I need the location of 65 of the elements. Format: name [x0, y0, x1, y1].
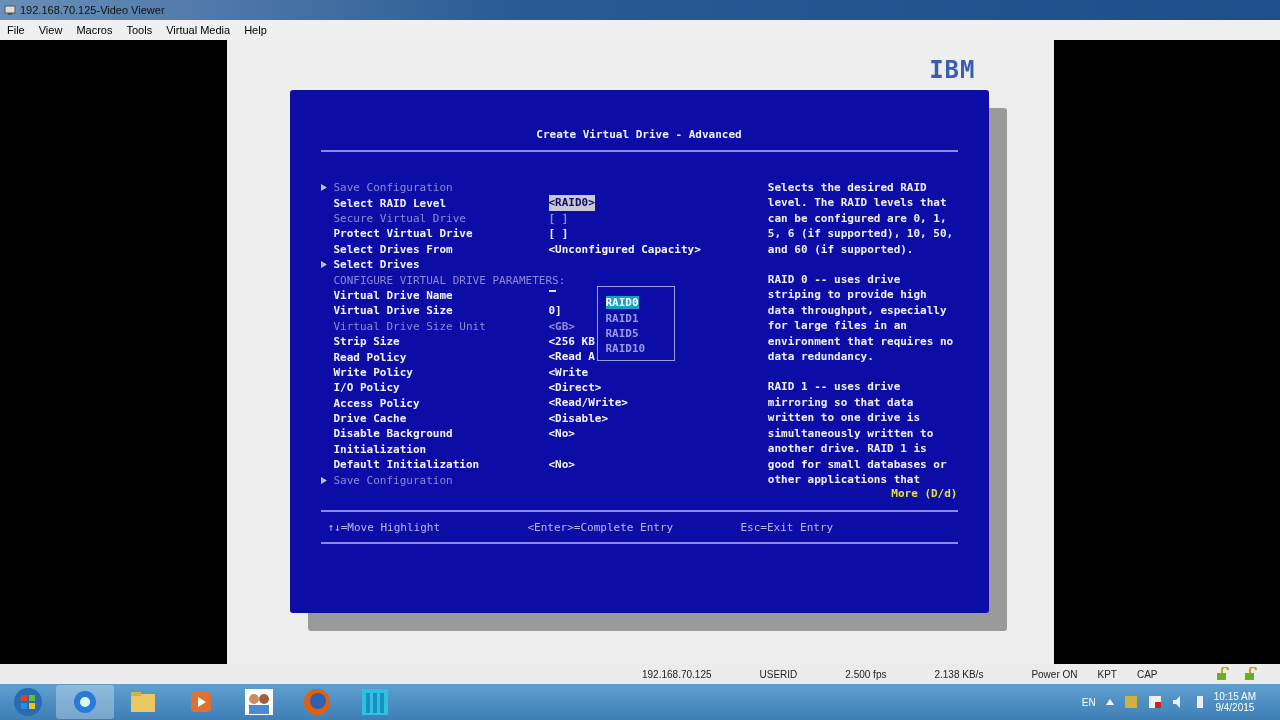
monitor-icon [4, 4, 16, 16]
setting-label[interactable]: Write Policy [333, 365, 413, 379]
setting-value[interactable]: 0] [548, 303, 562, 319]
help-text: Selects the desired RAID level. The RAID levels that can be configured are 0, 1, 5, 6 (if supported), 10, 50, and 60 (if supported). [767, 180, 955, 258]
status-text: KPT [1097, 668, 1117, 680]
menu-item[interactable]: Help [244, 24, 267, 36]
clock-date[interactable]: 9/4/2015 [1215, 702, 1255, 713]
menu-item[interactable]: Tools [126, 24, 153, 36]
setting-value[interactable]: <Disable> [548, 410, 609, 427]
setting-label[interactable]: Protect Virtual Drive [333, 227, 473, 241]
arrow-icon [320, 184, 327, 192]
dialog-title: Create Virtual Drive - Advanced [535, 128, 743, 143]
status-text: 2.138 KB/s [934, 668, 984, 680]
language-indicator[interactable]: EN [1081, 696, 1096, 708]
help-text: RAID 1 -- uses drive mirroring so that data written to one drive is simultaneously written to another drive. RAID 1 is good for small databases or other applications that [767, 379, 948, 488]
menu-item[interactable]: File [7, 24, 25, 36]
dropdown-option[interactable]: RAID5 [605, 326, 639, 340]
setting-label[interactable]: Virtual Drive Name [333, 288, 453, 302]
arrow-icon [320, 261, 327, 269]
status-text: 192.168.70.125 [642, 668, 712, 680]
help-text: RAID 0 -- uses drive striping to provide high data throughput, especially for large files in an environment that requires no data redundancy. [767, 272, 955, 365]
battery-icon[interactable] [1195, 695, 1204, 709]
setting-value[interactable]: <Direct> [548, 380, 602, 396]
setting-label[interactable]: Default Initialization [333, 458, 480, 472]
setting-value[interactable]: <256 KB [548, 333, 595, 350]
setting-value[interactable]: <Read/Write> [548, 395, 628, 411]
lock-icon [1244, 667, 1258, 681]
window-title: 192.168.70.125-Video Viewer [20, 4, 165, 16]
setting-value[interactable]: <Read A [548, 349, 595, 365]
text-cursor-icon [548, 289, 556, 292]
setting-label[interactable]: Drive Cache [333, 412, 407, 426]
setting-label[interactable]: I/O Policy [333, 381, 400, 395]
arrow-icon [320, 476, 327, 484]
setting-label[interactable]: Select RAID Level [333, 196, 447, 210]
setting-label[interactable]: Select Drives [333, 258, 420, 272]
setting-value[interactable]: <No> [548, 426, 575, 442]
lock-icon [1216, 667, 1230, 681]
key-hint: ↑↓=Move Highlight [327, 520, 442, 534]
setting-value[interactable]: [ ] [548, 226, 569, 242]
status-text: Power ON [1031, 668, 1078, 680]
setting-label[interactable]: Virtual Drive Size [333, 304, 453, 318]
more-hint: More (D/d) [890, 487, 958, 501]
setting-value[interactable]: <RAID0> [548, 195, 595, 211]
dropdown-option[interactable]: RAID1 [605, 311, 639, 325]
status-text: USERID [759, 668, 798, 680]
status-text: CAP [1136, 668, 1158, 680]
setting-value[interactable]: <Write [548, 364, 589, 381]
dropdown-option[interactable]: RAID10 [605, 342, 646, 356]
setting-value[interactable]: <Unconfigured Capacity> [548, 241, 701, 257]
key-hint: Esc=Exit Entry [740, 520, 835, 534]
key-hint: <Enter>=Complete Entry [527, 520, 675, 534]
status-text: 2.500 fps [845, 668, 887, 680]
logo: IBM [929, 56, 976, 84]
setting-label[interactable]: Read Policy [333, 350, 407, 364]
menu-item[interactable]: Macros [76, 24, 113, 36]
setting-label[interactable]: Initialization [333, 442, 427, 456]
menu-item[interactable]: View [38, 24, 63, 36]
setting-label[interactable]: Select Drives From [333, 242, 453, 256]
setting-label[interactable]: Disable Background [333, 427, 453, 441]
setting-value[interactable]: <No> [548, 457, 575, 473]
menu-item[interactable]: Virtual Media [166, 24, 231, 36]
up-arrow-icon[interactable] [1105, 699, 1114, 705]
setting-label[interactable]: Access Policy [333, 396, 420, 410]
setting-label[interactable]: Strip Size [333, 335, 400, 349]
browser-icon[interactable] [56, 685, 114, 719]
